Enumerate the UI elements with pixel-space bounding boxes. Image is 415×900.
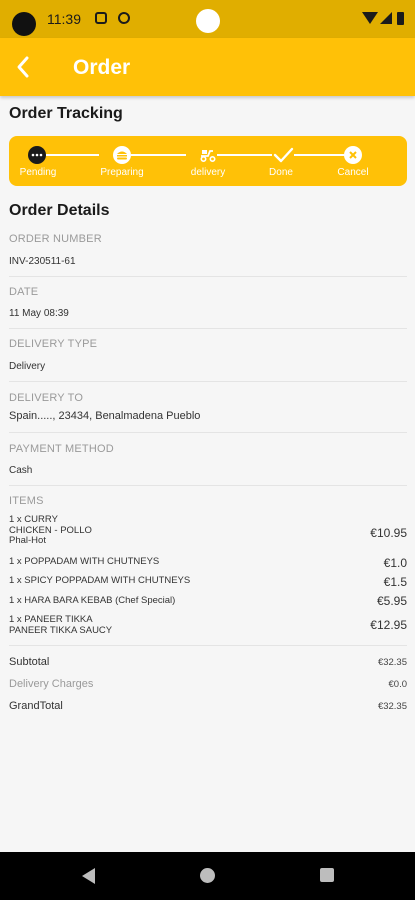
item-line: 1 x SPICY POPPADAM WITH CHUTNEYS xyxy=(9,575,191,586)
item-price: €10.95 xyxy=(370,526,407,540)
step-done[interactable] xyxy=(272,146,294,164)
item-line: 1 x HARA BARA KEBAB (Chef Special) xyxy=(9,595,176,606)
back-arrow-icon xyxy=(17,56,29,78)
step-cancel[interactable] xyxy=(344,146,362,164)
check-icon xyxy=(273,147,294,163)
tracker-connector xyxy=(131,154,186,156)
step-delivery[interactable] xyxy=(199,146,217,164)
dots-icon xyxy=(31,153,43,157)
step-label-pending: Pending xyxy=(19,167,57,178)
status-bar: 11:39 xyxy=(0,0,415,38)
step-preparing[interactable] xyxy=(113,146,131,164)
delivery-type-label: DELIVERY TYPE xyxy=(9,338,98,350)
item-price: €1.5 xyxy=(383,575,407,589)
status-indicator xyxy=(196,9,220,33)
divider xyxy=(9,276,407,277)
list-item: 1 x SPICY POPPADAM WITH CHUTNEYS xyxy=(9,575,191,587)
nav-back-icon[interactable] xyxy=(82,868,95,884)
nav-recents-icon[interactable] xyxy=(320,868,334,882)
payment-method-value: Cash xyxy=(9,465,33,476)
step-pending[interactable] xyxy=(28,146,46,164)
payment-method-label: PAYMENT METHOD xyxy=(9,443,114,455)
order-tracking-title: Order Tracking xyxy=(9,105,123,122)
items-label: ITEMS xyxy=(9,495,44,507)
item-line: Phal-Hot xyxy=(9,535,46,546)
scooter-icon xyxy=(200,150,216,163)
signal-icon xyxy=(380,12,392,24)
tracker-connector xyxy=(217,154,272,156)
delivery-charges-label: Delivery Charges xyxy=(9,678,94,690)
tracker-connector xyxy=(294,154,345,156)
delivery-charges-value: €0.0 xyxy=(388,679,408,690)
grand-total-label: GrandTotal xyxy=(9,700,63,712)
item-price: €5.95 xyxy=(376,594,407,608)
tracker-connector xyxy=(46,154,99,156)
item-line: 1 x PANEER TIKKA xyxy=(9,614,93,625)
delivery-to-label: DELIVERY TO xyxy=(9,392,84,404)
close-icon xyxy=(349,151,357,159)
status-time: 11:39 xyxy=(47,11,81,27)
wifi-icon xyxy=(362,12,378,24)
divider xyxy=(9,432,407,433)
camera-cutout xyxy=(12,12,36,36)
order-tracker: Pending Preparing delivery Done Cancel xyxy=(9,136,407,186)
nav-home-icon[interactable] xyxy=(200,868,215,883)
back-button[interactable] xyxy=(8,46,50,88)
battery-icon xyxy=(397,12,404,25)
app-notification-icon xyxy=(118,12,130,24)
item-price: €12.95 xyxy=(370,618,407,632)
order-details-title: Order Details xyxy=(9,202,110,219)
step-label-done: Done xyxy=(269,167,293,178)
list-item: 1 x HARA BARA KEBAB (Chef Special) xyxy=(9,595,176,607)
subtotal-value: €32.35 xyxy=(377,657,407,668)
item-line: 1 x CURRY xyxy=(9,514,58,525)
date-value: 11 May 08:39 xyxy=(9,308,69,319)
item-line: PANEER TIKKA SAUCY xyxy=(9,624,113,636)
item-price: €1.0 xyxy=(383,556,407,570)
step-label-delivery: delivery xyxy=(190,167,226,178)
order-number-value: INV-230511-61 xyxy=(9,256,76,267)
delivery-type-value: Delivery xyxy=(9,361,46,372)
divider xyxy=(9,381,407,382)
app-bar: Order xyxy=(0,38,415,96)
burger-icon xyxy=(117,151,127,160)
divider xyxy=(9,645,407,646)
list-item: 1 x CURRY CHICKEN - POLLO Phal-Hot xyxy=(9,514,92,547)
step-label-cancel: Cancel xyxy=(337,167,369,178)
item-line: 1 x POPPADAM WITH CHUTNEYS xyxy=(9,556,160,567)
page-title: Order xyxy=(73,56,131,79)
divider xyxy=(9,328,407,329)
grand-total-value: €32.35 xyxy=(377,701,407,712)
divider xyxy=(9,485,407,486)
list-item: 1 x POPPADAM WITH CHUTNEYS xyxy=(9,556,160,568)
step-label-preparing: Preparing xyxy=(100,167,144,178)
date-label: DATE xyxy=(9,286,39,298)
list-item: 1 x PANEER TIKKA PANEER TIKKA SAUCY xyxy=(9,614,113,636)
delivery-to-value: Spain....., 23434, Benalmadena Pueblo xyxy=(9,410,201,422)
order-number-label: ORDER NUMBER xyxy=(9,233,102,245)
notification-icon xyxy=(95,12,107,24)
subtotal-label: Subtotal xyxy=(9,656,50,668)
